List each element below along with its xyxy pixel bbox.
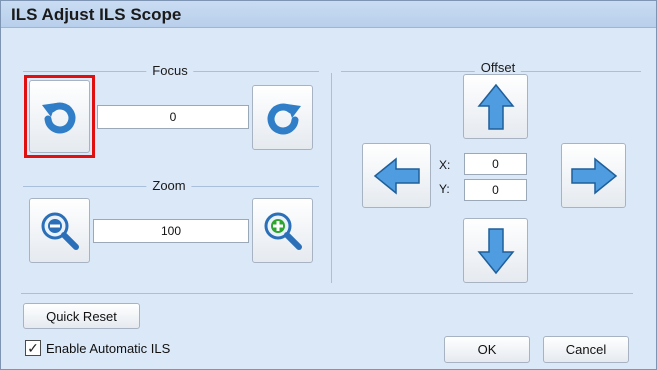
group-divider	[331, 73, 332, 283]
focus-rotate-ccw-button[interactable]	[29, 80, 90, 153]
offset-left-button[interactable]	[362, 143, 431, 208]
zoom-in-button[interactable]	[252, 198, 313, 263]
offset-down-button[interactable]	[463, 218, 528, 283]
offset-y-label: Y:	[439, 182, 450, 196]
enable-automatic-ils-label: Enable Automatic ILS	[46, 341, 171, 356]
rotate-cw-icon	[267, 103, 301, 134]
offset-up-button[interactable]	[463, 74, 528, 139]
quick-reset-button[interactable]: Quick Reset	[23, 303, 140, 329]
focus-label: Focus	[146, 63, 194, 78]
arrow-up-icon	[476, 83, 515, 130]
offset-right-button[interactable]	[561, 143, 626, 208]
ok-button[interactable]: OK	[444, 336, 530, 363]
zoom-value-field[interactable]	[93, 219, 249, 243]
window-title: ILS Adjust ILS Scope	[11, 5, 182, 24]
offset-x-label: X:	[439, 158, 451, 172]
arrow-down-icon	[476, 227, 515, 274]
zoom-out-button[interactable]	[29, 198, 90, 263]
cancel-button[interactable]: Cancel	[543, 336, 629, 363]
title-bar[interactable]: ILS Adjust ILS Scope	[1, 1, 656, 28]
focus-value-field[interactable]	[97, 105, 249, 129]
offset-x-field[interactable]	[464, 153, 527, 175]
zoom-label: Zoom	[146, 178, 192, 193]
zoom-out-icon	[41, 212, 79, 250]
ils-scope-dialog: ILS Adjust ILS Scope Focus Zoom	[0, 0, 657, 370]
arrow-right-icon	[570, 156, 617, 195]
arrow-left-icon	[373, 156, 420, 195]
checkmark-icon: ✓	[27, 340, 39, 356]
offset-label: Offset	[474, 60, 522, 75]
bottom-separator	[21, 293, 633, 294]
enable-automatic-ils-checkbox[interactable]: ✓	[25, 340, 41, 356]
rotate-ccw-icon	[41, 102, 75, 133]
focus-rotate-cw-button[interactable]	[252, 85, 313, 150]
zoom-in-icon	[264, 212, 302, 250]
offset-y-field[interactable]	[464, 179, 527, 201]
